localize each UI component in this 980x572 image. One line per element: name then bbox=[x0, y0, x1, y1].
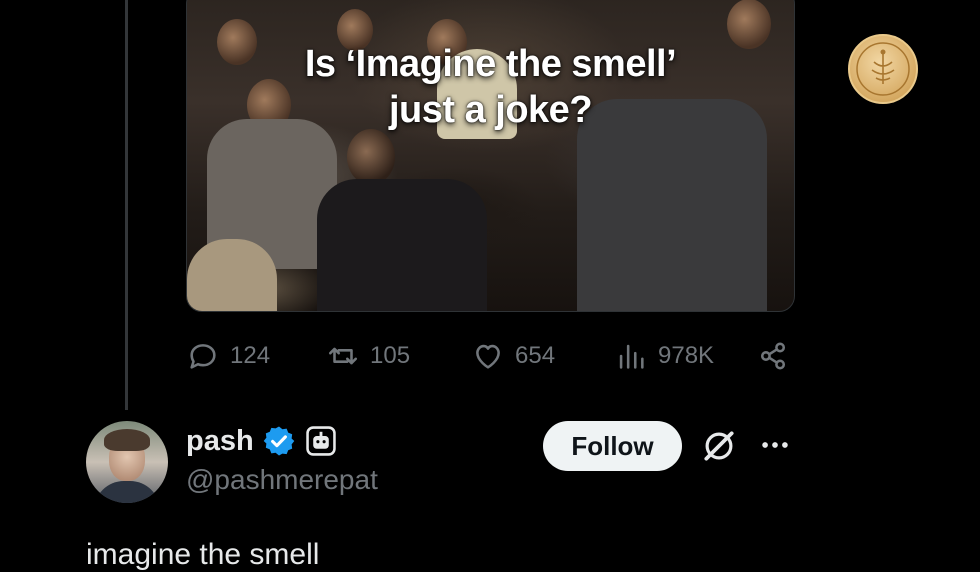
view-count: 978K bbox=[658, 342, 715, 369]
channel-logo-badge bbox=[848, 34, 918, 104]
analytics-icon bbox=[619, 344, 644, 369]
repost-icon bbox=[328, 347, 358, 365]
reply-button[interactable]: 124 bbox=[186, 338, 270, 374]
crowd-figure bbox=[347, 129, 395, 185]
tweet-media-video[interactable]: Is ‘Imagine the smell’ just a joke? bbox=[186, 0, 795, 312]
reply-count: 124 bbox=[230, 342, 271, 369]
reply-icon bbox=[190, 344, 216, 369]
author-name[interactable]: pash bbox=[186, 425, 254, 458]
author-name-row: pash bbox=[186, 424, 338, 458]
avatar-shirt bbox=[94, 481, 160, 503]
like-count: 654 bbox=[515, 342, 556, 369]
crowd-figure bbox=[187, 239, 277, 311]
grok-icon[interactable] bbox=[700, 427, 738, 465]
tweet-text: imagine the smell bbox=[86, 538, 320, 571]
seal-logo-icon bbox=[856, 42, 910, 96]
views-button[interactable]: 978K bbox=[614, 338, 714, 374]
avatar-hair bbox=[104, 429, 150, 451]
automated-account-icon bbox=[305, 426, 336, 456]
caption-line-2: just a joke? bbox=[388, 89, 593, 131]
author-handle[interactable]: @pashmerepat bbox=[186, 464, 378, 496]
tweet-action-bar: 124 105 654 978K bbox=[186, 338, 793, 374]
share-icon bbox=[760, 342, 786, 370]
repost-button[interactable]: 105 bbox=[326, 338, 410, 374]
thread-connector-line bbox=[125, 0, 128, 410]
like-button[interactable]: 654 bbox=[471, 338, 555, 374]
share-button[interactable] bbox=[756, 338, 800, 374]
heart-icon bbox=[476, 344, 500, 369]
video-caption-overlay: Is ‘Imagine the smell’ just a joke? bbox=[187, 41, 794, 133]
crowd-figure bbox=[317, 179, 487, 311]
more-options-icon[interactable] bbox=[758, 432, 792, 458]
follow-button[interactable]: Follow bbox=[543, 421, 682, 471]
caption-line-1: Is ‘Imagine the smell’ bbox=[304, 43, 677, 85]
repost-count: 105 bbox=[370, 342, 411, 369]
avatar[interactable] bbox=[86, 421, 168, 503]
verified-badge-icon bbox=[263, 426, 294, 456]
